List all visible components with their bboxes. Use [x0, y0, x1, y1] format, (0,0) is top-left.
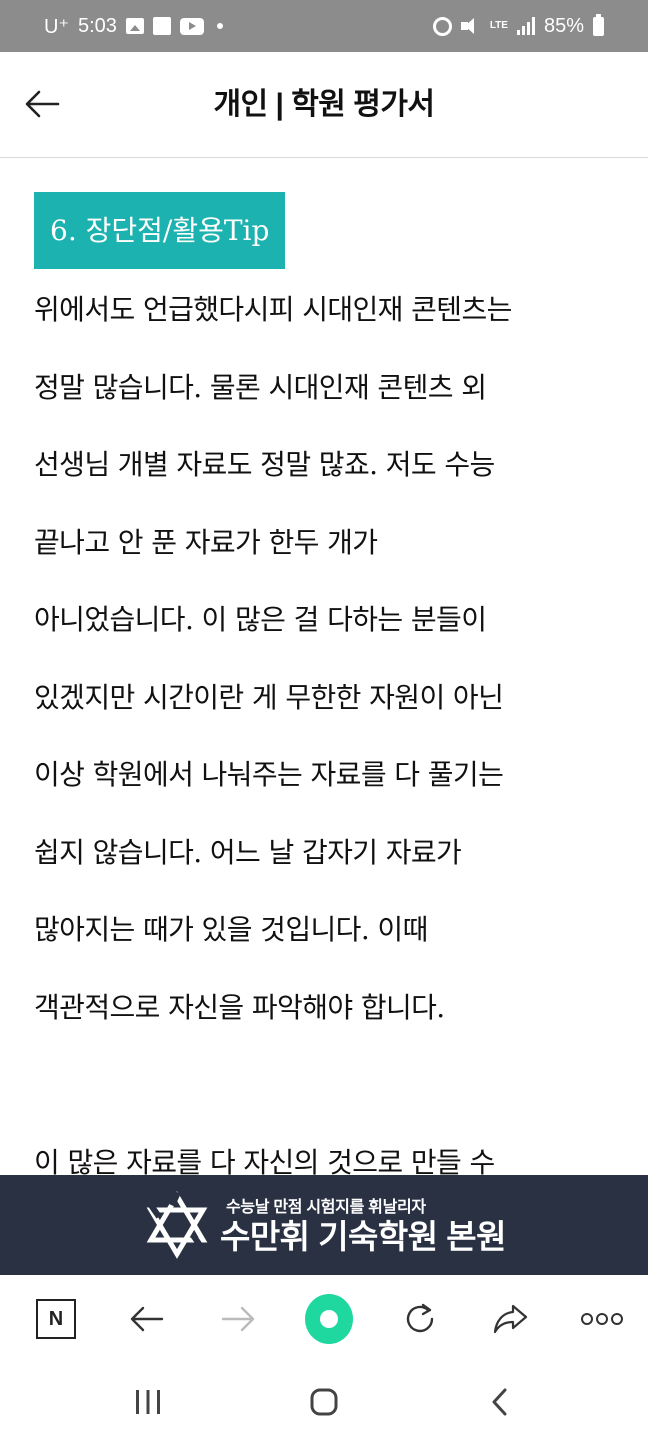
note-icon: [152, 17, 171, 35]
page-title: 개인 | 학원 평가서: [213, 88, 435, 121]
paragraph-line: 끝나고 안 푼 자료가 한두 개가: [34, 525, 378, 559]
article-body: 위에서도 언급했다시피 시대인재 콘텐츠는 정말 많습니다. 물론 시대인재 콘…: [34, 271, 624, 1175]
paragraph-line: 이상 학원에서 나눠주는 자료를 다 풀기는: [34, 758, 504, 791]
lte-icon: LTE: [489, 20, 508, 31]
paragraph-line: 아니었습니다. 이 많은 걸 다하는 분들이: [34, 603, 487, 636]
paragraph-line: 정말 많습니다. 물론 시대인재 콘텐츠 외: [34, 370, 487, 404]
paragraph-line: 있겠지만 시간이란 게 무한한 자원이 아닌: [34, 680, 504, 714]
home-icon: [310, 1388, 338, 1415]
browser-back-button[interactable]: [123, 1295, 171, 1343]
paragraph-line: 이 많은 자료를 다 자신의 것으로 만들 수: [34, 1145, 495, 1176]
home-button[interactable]: [294, 1377, 354, 1427]
ad-banner[interactable]: 수능날 만점 시험지를 휘날리자 수만휘 기숙학원 본원: [0, 1175, 648, 1275]
star-logo-icon: [146, 1191, 208, 1259]
status-left: U⁺ 5:03: [44, 14, 223, 39]
nav-back-icon: [492, 1388, 507, 1415]
browser-forward-button[interactable]: [214, 1295, 262, 1343]
green-dot-icon: [305, 1294, 353, 1344]
more-dots-icon: [581, 1313, 623, 1325]
ad-title: 수만휘 기숙학원 본원: [219, 1218, 507, 1255]
recent-apps-button[interactable]: [118, 1377, 178, 1427]
recent-apps-icon: [136, 1389, 160, 1414]
status-right: LTE 85%: [432, 13, 604, 38]
battery-icon: [593, 13, 604, 36]
share-icon: [493, 1304, 528, 1334]
section-heading: 6. 장단점/활용Tip: [34, 192, 286, 269]
back-arrow-icon: [130, 1306, 164, 1332]
paragraph-line: 많아지는 때가 있을 것입니다. 이때: [34, 913, 428, 946]
carrier-label: U⁺: [44, 15, 69, 38]
naver-home-button[interactable]: N: [32, 1295, 80, 1343]
gallery-icon: [125, 18, 144, 34]
ad-text: 수능날 만점 시험지를 휘날리자 수만휘 기숙학원 본원: [219, 1193, 507, 1257]
ad-subtitle: 수능날 만점 시험지를 휘날리자: [225, 1199, 426, 1216]
clock: 5:03: [78, 14, 117, 37]
paragraph-spacer: [34, 1046, 624, 1124]
browser-toolbar: N: [0, 1275, 648, 1363]
signal-icon: [516, 17, 535, 35]
system-nav-bar: [0, 1363, 648, 1440]
alarm-icon: [432, 16, 452, 36]
nav-back-button[interactable]: [470, 1377, 530, 1427]
mute-icon: [460, 17, 481, 35]
paragraph-line: 객관적으로 자신을 파악해야 합니다.: [34, 990, 445, 1024]
article-content: 6. 장단점/활용Tip 위에서도 언급했다시피 시대인재 콘텐츠는 정말 많습…: [0, 159, 648, 1175]
more-button[interactable]: [578, 1295, 626, 1343]
more-notifications-icon: [216, 23, 223, 29]
refresh-button[interactable]: [396, 1295, 444, 1343]
forward-arrow-icon: [221, 1306, 255, 1332]
battery-percent: 85%: [543, 14, 584, 37]
refresh-icon: [406, 1303, 434, 1333]
paragraph-line: 위에서도 언급했다시피 시대인재 콘텐츠는: [34, 293, 512, 326]
paragraph-line: 선생님 개별 자료도 정말 많죠. 저도 수능: [34, 448, 495, 481]
share-button[interactable]: [487, 1295, 535, 1343]
paragraph-line: 쉽지 않습니다. 어느 날 갑자기 자료가: [34, 835, 462, 869]
app-header: 개인 | 학원 평가서: [0, 52, 648, 158]
youtube-icon: [179, 17, 204, 35]
status-bar: U⁺ 5:03 LTE 85%: [0, 0, 648, 52]
green-dot-button[interactable]: [305, 1294, 353, 1344]
naver-icon: N: [36, 1299, 76, 1339]
